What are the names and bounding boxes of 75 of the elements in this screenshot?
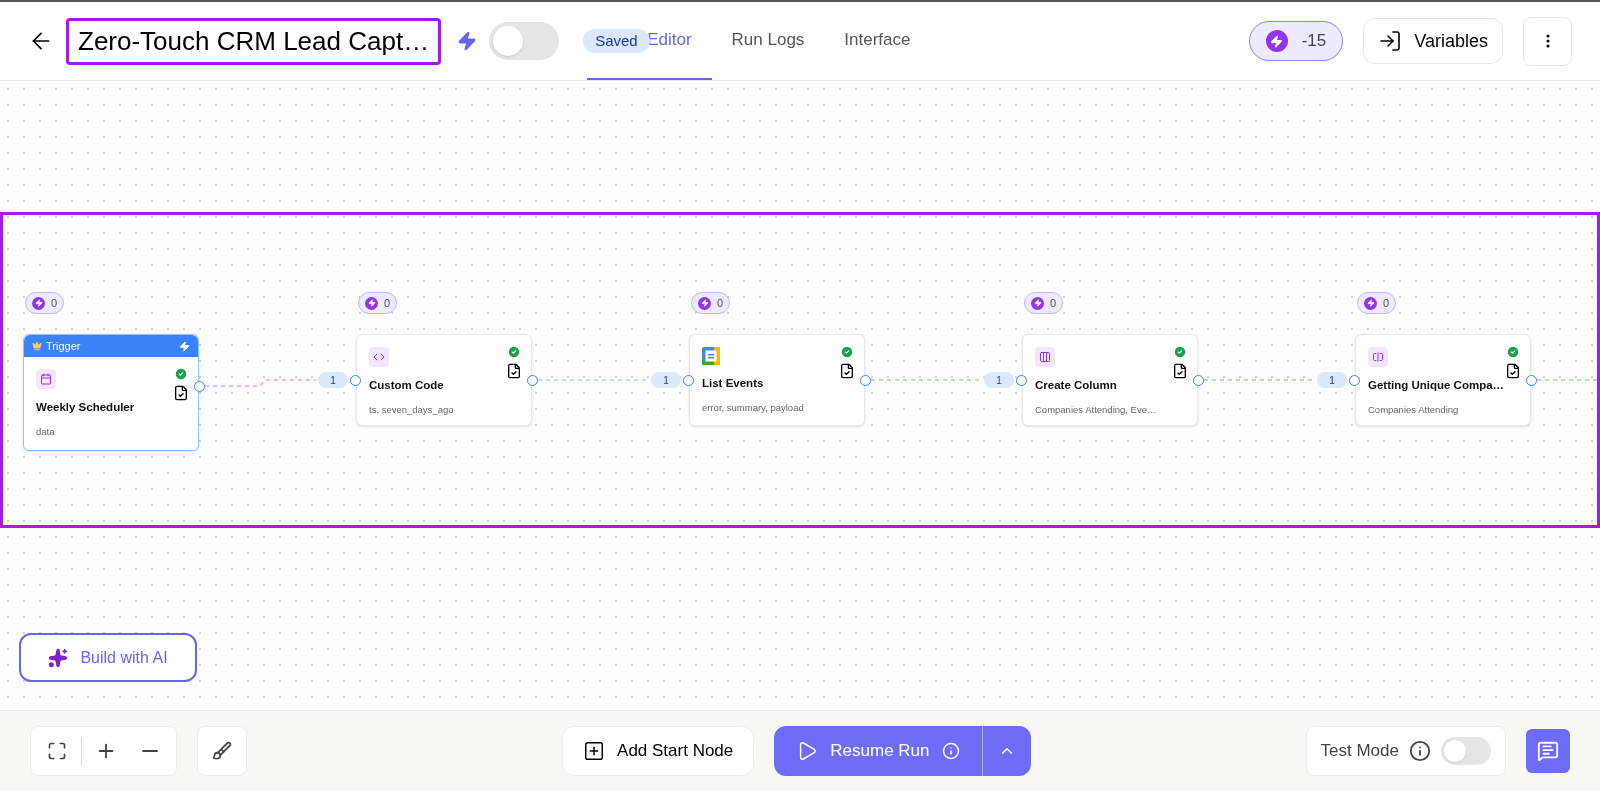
node-title: Weekly Scheduler bbox=[36, 400, 136, 415]
credit-badge: 0 bbox=[358, 292, 398, 314]
test-mode-toggle[interactable] bbox=[1441, 737, 1491, 765]
output-handle[interactable] bbox=[1526, 375, 1537, 386]
plus-square-icon bbox=[583, 740, 606, 762]
trigger-label: Trigger bbox=[46, 338, 81, 354]
add-start-node-button[interactable]: Add Start Node bbox=[562, 726, 755, 776]
help-icon bbox=[1537, 740, 1559, 762]
bolt-icon bbox=[457, 31, 478, 51]
node-title: List Events bbox=[702, 376, 765, 391]
enter-icon bbox=[1378, 29, 1403, 53]
clean-button[interactable] bbox=[197, 726, 247, 776]
calendar-icon bbox=[36, 369, 56, 389]
crown-icon bbox=[32, 341, 42, 351]
code-icon bbox=[369, 347, 389, 367]
bolt-icon bbox=[1265, 30, 1288, 52]
column-icon bbox=[1035, 347, 1055, 367]
info-icon bbox=[1409, 740, 1431, 762]
edge-count: 1 bbox=[1317, 372, 1347, 388]
variables-button[interactable]: Variables bbox=[1363, 18, 1503, 64]
credits-badge[interactable]: -15 bbox=[1248, 21, 1344, 61]
node-outputs: data bbox=[36, 425, 56, 440]
split-icon bbox=[1368, 347, 1388, 367]
workflow-node[interactable]: List Events error, summary, payload bbox=[689, 334, 865, 426]
build-with-ai-button[interactable]: Build with AI bbox=[19, 633, 197, 682]
node-outputs: ts, seven_days_ago bbox=[369, 403, 455, 418]
node-title: Getting Unique Compa… bbox=[1368, 378, 1506, 393]
bolt-icon bbox=[32, 296, 45, 310]
bolt-icon bbox=[698, 296, 711, 310]
output-handle[interactable] bbox=[527, 375, 538, 386]
brush-icon bbox=[212, 741, 232, 761]
edge-count: 1 bbox=[651, 372, 681, 388]
credit-badge: 0 bbox=[1024, 292, 1064, 314]
bolt-icon bbox=[1031, 296, 1044, 310]
workflow-node[interactable]: Getting Unique Compa… Companies Attending bbox=[1355, 334, 1531, 426]
tab[interactable]: Run Logs bbox=[711, 2, 825, 80]
node-outputs: error, summary, payload bbox=[702, 401, 805, 416]
node-outputs: Companies Attending, Eve… bbox=[1035, 403, 1158, 418]
calendar-icon bbox=[702, 347, 720, 365]
input-handle[interactable] bbox=[1349, 375, 1360, 386]
input-handle[interactable] bbox=[683, 375, 694, 386]
edge-count: 1 bbox=[318, 372, 348, 388]
input-handle[interactable] bbox=[1016, 375, 1027, 386]
node-title: Custom Code bbox=[369, 378, 445, 393]
active-toggle[interactable] bbox=[489, 22, 560, 60]
document-icon bbox=[839, 363, 855, 379]
document-icon bbox=[173, 385, 189, 401]
document-icon bbox=[1505, 363, 1521, 379]
credit-badge: 0 bbox=[691, 292, 731, 314]
node-outputs: Companies Attending bbox=[1368, 403, 1460, 418]
sparkle-icon bbox=[48, 647, 69, 668]
edge-count: 1 bbox=[984, 372, 1014, 388]
input-handle[interactable] bbox=[350, 375, 361, 386]
credit-badge: 0 bbox=[25, 292, 65, 314]
test-mode-label: Test Mode bbox=[1320, 740, 1399, 763]
output-handle[interactable] bbox=[860, 375, 871, 386]
fit-view-icon bbox=[47, 741, 67, 761]
tab[interactable]: Interface bbox=[824, 2, 931, 80]
output-handle[interactable] bbox=[194, 381, 205, 392]
bolt-icon bbox=[365, 296, 378, 310]
document-icon bbox=[506, 363, 522, 379]
minus-icon bbox=[142, 750, 158, 752]
bolt-icon bbox=[179, 340, 190, 352]
output-handle[interactable] bbox=[1193, 375, 1204, 386]
workflow-node[interactable]: Create Column Companies Attending, Eve… bbox=[1022, 334, 1198, 426]
bolt-icon bbox=[1364, 296, 1377, 310]
info-icon bbox=[941, 742, 960, 760]
document-icon bbox=[1172, 363, 1188, 379]
workflow-node[interactable]: Trigger Weekly Scheduler data bbox=[23, 334, 199, 451]
more-icon bbox=[1545, 34, 1550, 48]
credit-badge: 0 bbox=[1357, 292, 1397, 314]
workflow-title[interactable]: Zero-Touch CRM Lead Capt… bbox=[66, 17, 442, 65]
node-title: Create Column bbox=[1035, 378, 1118, 393]
help-button[interactable] bbox=[1526, 729, 1570, 773]
workflow-node[interactable]: Custom Code ts, seven_days_ago bbox=[356, 334, 532, 426]
